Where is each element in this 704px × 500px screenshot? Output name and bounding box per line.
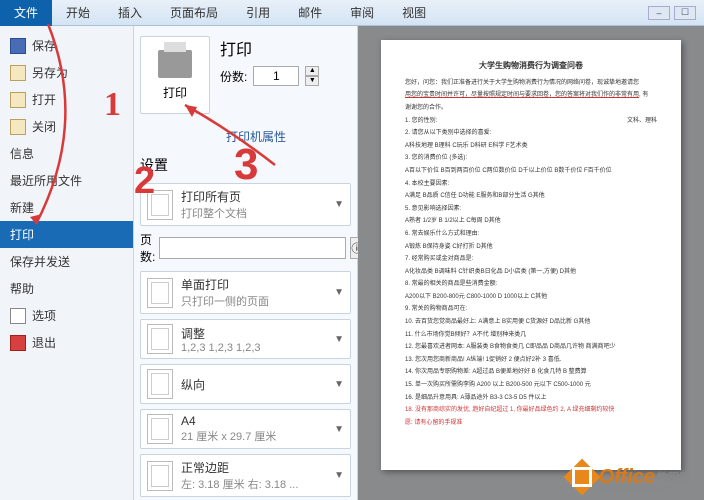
- exit-icon: [10, 335, 26, 351]
- sidebar-item-exit[interactable]: 退出: [0, 329, 133, 356]
- open-icon: [10, 92, 26, 108]
- tab-insert[interactable]: 插入: [104, 0, 156, 26]
- sidebar-item-savesend[interactable]: 保存并发送: [0, 248, 133, 275]
- print-button[interactable]: 打印: [140, 36, 210, 114]
- save-icon: [10, 38, 26, 54]
- orientation-dropdown[interactable]: 纵向 ▼: [140, 364, 351, 404]
- tab-view[interactable]: 视图: [388, 0, 440, 26]
- oneside-icon: [147, 278, 173, 308]
- tab-mailings[interactable]: 邮件: [284, 0, 336, 26]
- watermark-icon: [563, 459, 600, 496]
- pages-label: 页数:: [140, 231, 155, 265]
- chevron-down-icon: ▼: [334, 334, 344, 345]
- copies-input[interactable]: [253, 66, 299, 86]
- sides-dropdown[interactable]: 单面打印只打印一侧的页面 ▼: [140, 271, 351, 314]
- print-panel: 打印 打印 份数: ▲▼ 打印机属性 设置 打印所有页打印整个文档 ▼ 页数: …: [134, 26, 358, 500]
- sidebar-item-save[interactable]: 保存: [0, 32, 133, 59]
- tab-home[interactable]: 开始: [52, 0, 104, 26]
- sidebar-item-options[interactable]: 选项: [0, 302, 133, 329]
- copies-spinner[interactable]: ▲▼: [305, 66, 319, 86]
- sidebar-item-print[interactable]: 打印: [0, 221, 133, 248]
- sidebar-item-new[interactable]: 新建: [0, 194, 133, 221]
- options-icon: [10, 308, 26, 324]
- chevron-down-icon: ▼: [334, 379, 344, 390]
- print-heading: 打印: [220, 36, 319, 60]
- tab-file[interactable]: 文件: [0, 0, 52, 26]
- sidebar-item-saveas[interactable]: 另存为: [0, 59, 133, 86]
- pages-input[interactable]: [159, 237, 346, 259]
- ribbon-tabs: 文件 开始 插入 页面布局 引用 邮件 审阅 视图 – ☐: [0, 0, 704, 26]
- tab-review[interactable]: 审阅: [336, 0, 388, 26]
- print-preview: 大学生购物消费行为调查问卷 您好，问您：我们正准备进行关于大学生购物消费行为情况…: [358, 26, 704, 500]
- printer-icon: [158, 50, 192, 78]
- pages-icon: [147, 190, 173, 220]
- minimize-button[interactable]: –: [648, 6, 670, 20]
- chevron-down-icon: ▼: [334, 287, 344, 298]
- margins-icon: [147, 461, 173, 491]
- copies-label: 份数:: [220, 68, 247, 85]
- paper-size-dropdown[interactable]: A421 厘米 x 29.7 厘米 ▼: [140, 409, 351, 449]
- portrait-icon: [147, 369, 173, 399]
- tab-layout[interactable]: 页面布局: [156, 0, 232, 26]
- backstage-sidebar: 保存 另存为 打开 关闭 信息 最近所用文件 新建 打印 保存并发送 帮助 选项…: [0, 26, 134, 500]
- printer-properties-link[interactable]: 打印机属性: [226, 128, 351, 145]
- chevron-down-icon: ▼: [334, 470, 344, 481]
- paper-icon: [147, 414, 173, 444]
- watermark: Office教程网 www.office26.com: [569, 464, 690, 490]
- collate-dropdown[interactable]: 调整1,2,3 1,2,3 1,2,3 ▼: [140, 319, 351, 359]
- print-range-dropdown[interactable]: 打印所有页打印整个文档 ▼: [140, 183, 351, 226]
- margins-dropdown[interactable]: 正常边距左: 3.18 厘米 右: 3.18 ... ▼: [140, 454, 351, 497]
- saveas-icon: [10, 65, 26, 81]
- chevron-down-icon: ▼: [334, 424, 344, 435]
- settings-heading: 设置: [140, 155, 351, 175]
- close-icon: [10, 119, 26, 135]
- sidebar-item-close[interactable]: 关闭: [0, 113, 133, 140]
- sidebar-item-open[interactable]: 打开: [0, 86, 133, 113]
- sidebar-item-recent[interactable]: 最近所用文件: [0, 167, 133, 194]
- sidebar-item-help[interactable]: 帮助: [0, 275, 133, 302]
- tab-references[interactable]: 引用: [232, 0, 284, 26]
- window-controls: – ☐: [648, 6, 696, 20]
- preview-page: 大学生购物消费行为调查问卷 您好，问您：我们正准备进行关于大学生购物消费行为情况…: [381, 40, 681, 470]
- collate-icon: [147, 324, 173, 354]
- restore-button[interactable]: ☐: [674, 6, 696, 20]
- sidebar-item-info[interactable]: 信息: [0, 140, 133, 167]
- chevron-down-icon: ▼: [334, 199, 344, 210]
